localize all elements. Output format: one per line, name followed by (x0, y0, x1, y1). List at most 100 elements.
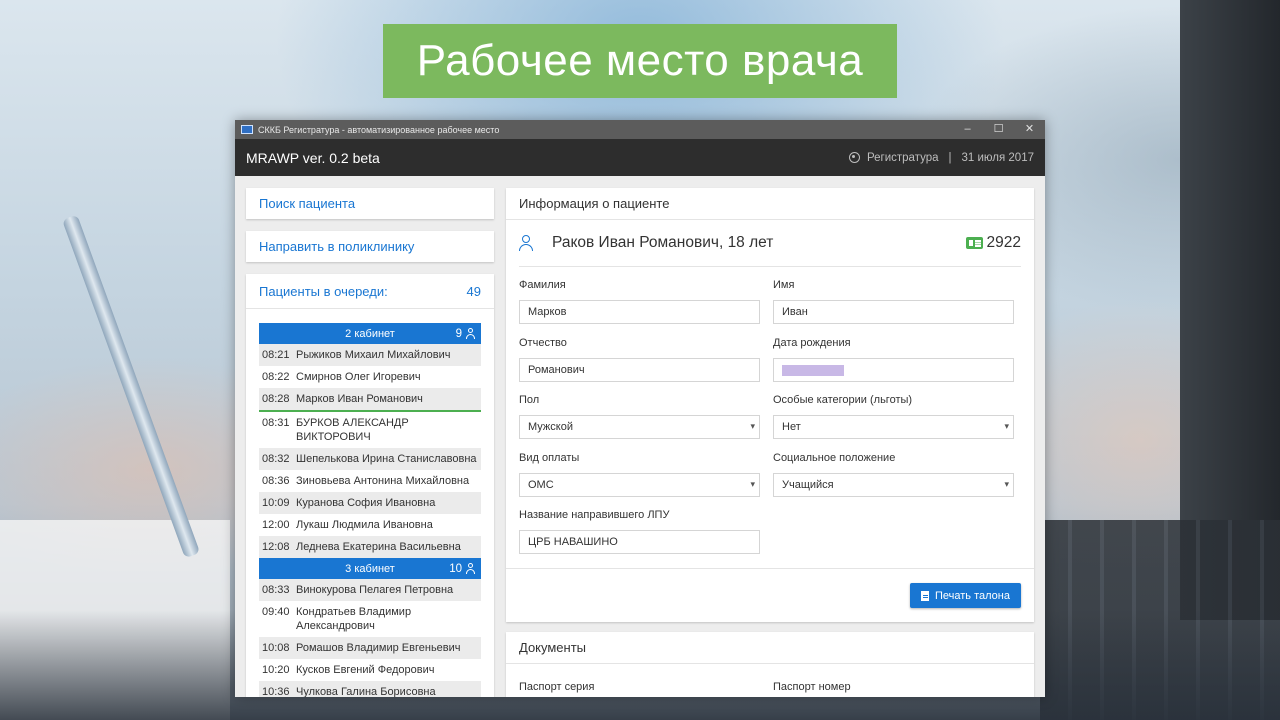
app-window-icon (241, 125, 253, 134)
passport-series-label: Паспорт серия (519, 681, 595, 693)
surname-label: Фамилия (519, 279, 566, 291)
queue-header: Пациенты в очереди: 49 (246, 274, 494, 309)
redacted-value (782, 364, 844, 376)
queue-row[interactable]: 12:08 Леднева Екатерина Васильевна (259, 536, 481, 558)
cabinet-name: 2 кабинет (345, 327, 395, 340)
queue-patient-name: Шепелькова Ирина Станиславовна (296, 453, 477, 465)
queue-row[interactable]: 08:21 Рыжиков Михаил Михайлович (259, 344, 481, 366)
user-role[interactable]: Регистратура (867, 152, 939, 164)
referrer-input[interactable]: ЦРБ НАВАШИНО (519, 530, 760, 554)
queue-time: 10:36 (262, 686, 290, 697)
person-icon (519, 235, 533, 251)
queue-patient-name: Кусков Евгений Федорович (296, 664, 435, 676)
cabinet-count: 10 (449, 562, 462, 575)
queue-row[interactable]: 09:40 Кондратьев Владимир Александрович (259, 601, 481, 637)
queue-patient-name: Рыжиков Михаил Михайлович (296, 349, 451, 361)
queue-patient-name: Лукаш Людмила Ивановна (296, 519, 433, 531)
birthdate-input[interactable] (773, 358, 1014, 382)
cabinet-header-3[interactable]: 3 кабинет 10 (259, 558, 481, 579)
sidebar: Поиск пациента Направить в поликлинику П… (246, 188, 494, 697)
patronymic-label: Отчество (519, 337, 567, 349)
queue-time: 08:36 (262, 475, 290, 487)
referrer-label: Название направившего ЛПУ (519, 509, 670, 521)
cabinet-header-2[interactable]: 2 кабинет 9 (259, 323, 481, 344)
queue-patient-name: Кондратьев Владимир Александрович (296, 606, 412, 632)
queue-row[interactable]: 08:32 Шепелькова Ирина Станиславовна (259, 448, 481, 470)
close-button[interactable]: ✕ (1014, 120, 1045, 139)
refer-to-clinic-button[interactable]: Направить в поликлинику (246, 231, 494, 262)
patient-info-card: Информация о пациенте Раков Иван Романов… (506, 188, 1034, 622)
queue-count: 49 (466, 283, 481, 299)
print-ticket-label: Печать талона (935, 589, 1010, 602)
firstname-input[interactable]: Иван (773, 300, 1014, 324)
queue-patient-name: Ромашов Владимир Евгеньевич (296, 642, 461, 654)
id-card-icon (965, 237, 983, 249)
queue-row[interactable]: 10:36 Чулкова Галина Борисовна (259, 681, 481, 697)
queue-row[interactable]: 10:20 Кусков Евгений Федорович (259, 659, 481, 681)
patronymic-input[interactable]: Романович (519, 358, 760, 382)
queue-time: 12:08 (262, 541, 290, 553)
app-header: MRAWP ver. 0.2 beta Регистратура | 31 ию… (235, 139, 1045, 176)
category-select[interactable]: Нет (773, 415, 1014, 439)
queue-patient-name: Винокурова Пелагея Петровна (296, 584, 454, 596)
search-patient-button[interactable]: Поиск пациента (246, 188, 494, 219)
app-title: MRAWP ver. 0.2 beta (246, 149, 380, 166)
patient-summary: Раков Иван Романович, 18 лет 2922 (519, 220, 1021, 267)
documents-header: Документы (506, 632, 1034, 664)
firstname-label: Имя (773, 279, 795, 291)
document-icon (921, 590, 929, 601)
queue-row[interactable]: 08:33 Винокурова Пелагея Петровна (259, 579, 481, 601)
queue-time: 10:09 (262, 497, 290, 509)
patient-card-number: 2922 (965, 220, 1021, 266)
queue-patient-name: Куранова София Ивановна (296, 497, 436, 509)
sex-select[interactable]: Мужской (519, 415, 760, 439)
queue-patient-name: Чулкова Галина Борисовна (296, 686, 436, 697)
maximize-button[interactable]: ☐ (983, 120, 1014, 139)
sex-label: Пол (519, 394, 540, 406)
person-icon (466, 328, 475, 339)
social-select[interactable]: Учащийся (773, 473, 1014, 497)
birthdate-field: Дата рождения (773, 337, 1014, 382)
queue-row[interactable]: 08:22 Смирнов Олег Игоревич (259, 366, 481, 388)
payment-label: Вид оплаты (519, 452, 580, 464)
sex-field: Пол Мужской (519, 394, 760, 439)
queue-row[interactable]: 10:08 Ромашов Владимир Евгеньевич (259, 637, 481, 659)
window-title: СККБ Регистратура - автоматизированное р… (258, 124, 500, 135)
queue-patient-name: Леднева Екатерина Васильевна (296, 541, 461, 553)
queue-time: 10:20 (262, 664, 290, 676)
user-circle-icon (848, 152, 860, 163)
queue-row-selected[interactable]: 08:28 Марков Иван Романович (259, 388, 481, 412)
payment-select[interactable]: ОМС (519, 473, 760, 497)
passport-number-label: Паспорт номер (773, 681, 851, 693)
surname-input[interactable]: Марков (519, 300, 760, 324)
queue-patient-name: БУРКОВ АЛЕКСАНДР ВИКТОРОВИЧ (296, 417, 409, 443)
queue-time: 09:40 (262, 606, 290, 618)
documents-card: Документы Паспорт серия Паспорт номер (506, 632, 1034, 697)
banner-title: Рабочее место врача (383, 24, 897, 98)
print-ticket-button[interactable]: Печать талона (910, 583, 1021, 608)
current-date: 31 июля 2017 (961, 151, 1035, 164)
patient-info-header: Информация о пациенте (506, 188, 1034, 220)
header-separator: | (948, 151, 952, 164)
cabinet-count: 9 (455, 327, 462, 340)
window-titlebar[interactable]: СККБ Регистратура - автоматизированное р… (235, 120, 1045, 139)
queue-panel: Пациенты в очереди: 49 2 кабинет 9 08:21… (246, 274, 494, 697)
queue-row[interactable]: 08:36 Зиновьева Антонина Михайловна (259, 470, 481, 492)
queue-row[interactable]: 08:31 БУРКОВ АЛЕКСАНДР ВИКТОРОВИЧ (259, 412, 481, 448)
queue-list: 2 кабинет 9 08:21 Рыжиков Михаил Михайлов… (246, 309, 494, 697)
queue-row[interactable]: 10:09 Куранова София Ивановна (259, 492, 481, 514)
payment-field: Вид оплаты ОМС (519, 452, 760, 497)
birthdate-label: Дата рождения (773, 337, 851, 349)
queue-patient-name: Марков Иван Романович (296, 393, 423, 405)
queue-patient-name: Смирнов Олег Игоревич (296, 371, 421, 383)
social-label: Социальное положение (773, 452, 896, 464)
category-label: Особые категории (льготы) (773, 394, 913, 406)
queue-patient-name: Зиновьева Антонина Михайловна (296, 475, 470, 487)
queue-time: 08:33 (262, 584, 290, 596)
patronymic-field: Отчество Романович (519, 337, 760, 382)
category-field: Особые категории (льготы) Нет (773, 394, 1014, 439)
firstname-field: Имя Иван (773, 279, 1014, 324)
minimize-button[interactable]: – (952, 120, 983, 139)
queue-row[interactable]: 12:00 Лукаш Людмила Ивановна (259, 514, 481, 536)
queue-time: 08:22 (262, 371, 290, 383)
